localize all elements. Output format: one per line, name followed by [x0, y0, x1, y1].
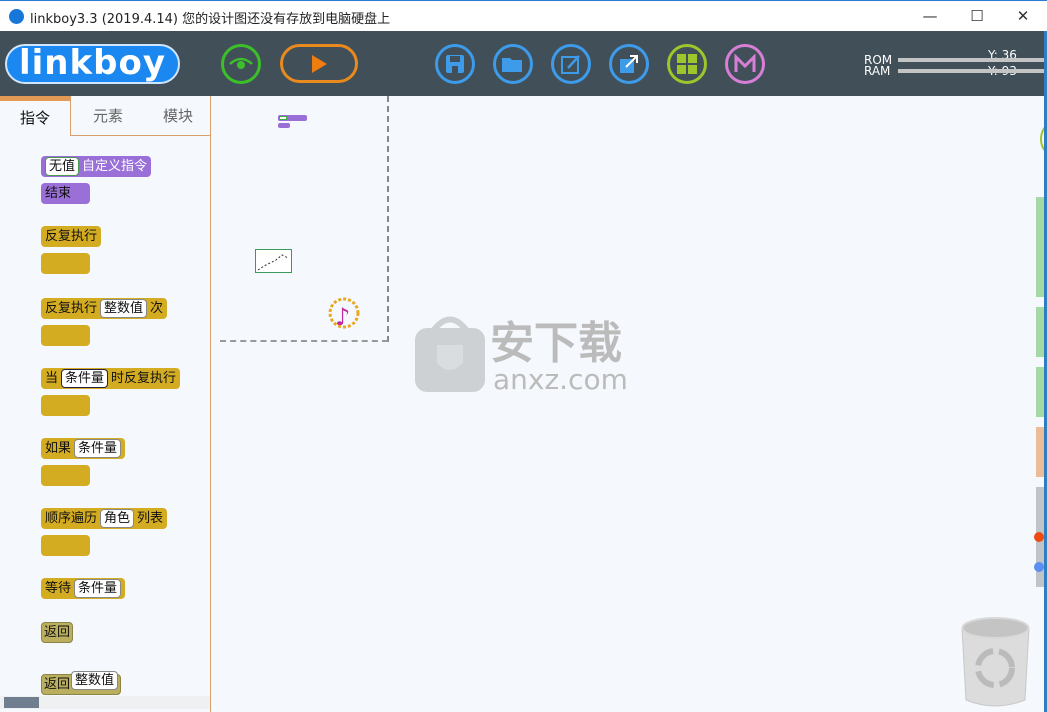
maximize-button[interactable]: ☐ [957, 5, 997, 27]
return-block[interactable]: 返回 [41, 622, 74, 643]
grid-icon[interactable] [667, 44, 707, 84]
mail-icon[interactable] [725, 44, 765, 84]
repeat-block-body [41, 253, 90, 274]
foreach-block-body [41, 535, 90, 556]
tab-instructions[interactable]: 指令 [0, 96, 71, 136]
tab-elements[interactable]: 元素 [76, 96, 140, 136]
slot[interactable]: 条件量 [74, 579, 122, 598]
watermark-domain: anxz.com [493, 363, 628, 396]
app-icon [9, 9, 24, 24]
minimize-button[interactable]: — [910, 5, 950, 27]
if-block[interactable]: 如果 条件量 [41, 438, 126, 459]
block-label: 自定义指令 [82, 159, 148, 174]
svg-text:♪: ♪ [335, 303, 350, 331]
slot[interactable]: 无值 [45, 157, 80, 176]
while-block[interactable]: 当条件量 时反复执行 [41, 368, 181, 389]
watermark-brand: 安下载 [490, 318, 622, 369]
block-label: 等待 [45, 581, 72, 596]
slot[interactable]: 条件量 [61, 369, 109, 388]
block-label: 时反复执行 [111, 371, 177, 386]
repeat-n-block-body [41, 325, 90, 346]
eye-icon[interactable] [221, 44, 261, 84]
block-label: 返回 [44, 677, 71, 692]
horizontal-scrollbar[interactable] [0, 696, 210, 709]
end-block[interactable]: 结束 [41, 183, 90, 204]
repeat-block[interactable]: 反复执行 [41, 226, 102, 247]
repeat-n-block[interactable]: 反复执行 整数值次 [41, 298, 168, 319]
block-label: 反复执行 [45, 301, 98, 316]
tab-modules[interactable]: 模块 [146, 96, 210, 136]
run-button[interactable] [280, 44, 358, 83]
export-icon[interactable] [609, 44, 649, 84]
status-dot-red [1034, 532, 1044, 542]
scrollbar-thumb[interactable] [4, 697, 39, 708]
music-module-icon[interactable]: ♪ [326, 297, 362, 331]
foreach-block[interactable]: 顺序遍历 角色 列表 [41, 508, 168, 529]
title-bar: linkboy3.3 (2019.4.14) 您的设计图还没有存放到电脑硬盘上 … [0, 0, 1047, 31]
status-dot-blue [1034, 562, 1044, 572]
block-label: 顺序遍历 [45, 511, 98, 526]
trash-icon[interactable] [960, 616, 1031, 708]
ram-meter [898, 69, 1047, 73]
return-value-block[interactable]: 返回 整数值 [41, 671, 122, 695]
canvas-boundary [220, 340, 388, 342]
play-icon [312, 54, 327, 73]
ram-label: RAM [864, 64, 891, 78]
block-label: 如果 [45, 441, 72, 456]
window-title: linkboy3.3 (2019.4.14) 您的设计图还没有存放到电脑硬盘上 [30, 12, 391, 27]
block-label: 列表 [137, 511, 164, 526]
custom-instruction-block[interactable]: 无值 自定义指令 [41, 156, 152, 177]
block-label: 次 [150, 301, 164, 316]
chart-module[interactable] [255, 249, 292, 273]
close-button[interactable]: ✕ [1003, 5, 1043, 27]
logo: linkboy [5, 44, 180, 84]
tab-divider [71, 135, 211, 136]
canvas-boundary [387, 96, 389, 342]
open-folder-icon[interactable] [493, 44, 533, 84]
mini-custom-block[interactable] [278, 115, 307, 129]
edit-icon[interactable] [551, 44, 591, 84]
instruction-panel: 指令 元素 模块 无值 自定义指令 结束 反复执行 反复执行 整数值次 当条件量 时反… [0, 96, 211, 712]
slot[interactable]: 条件量 [74, 439, 122, 458]
slot[interactable]: 角色 [100, 509, 135, 528]
wait-block[interactable]: 等待 条件量 [41, 578, 126, 599]
panel-tabs: 指令 元素 模块 [0, 96, 211, 136]
toolbar: linkboy ROM RAM Y: 36 Y: 93 [0, 31, 1047, 96]
rom-meter [898, 58, 1047, 62]
slot[interactable]: 整数值 [71, 671, 119, 690]
while-block-body [41, 395, 90, 416]
save-icon[interactable] [435, 44, 475, 84]
block-label: 当 [45, 371, 59, 386]
if-block-body [41, 465, 90, 486]
slot[interactable]: 整数值 [100, 299, 148, 318]
